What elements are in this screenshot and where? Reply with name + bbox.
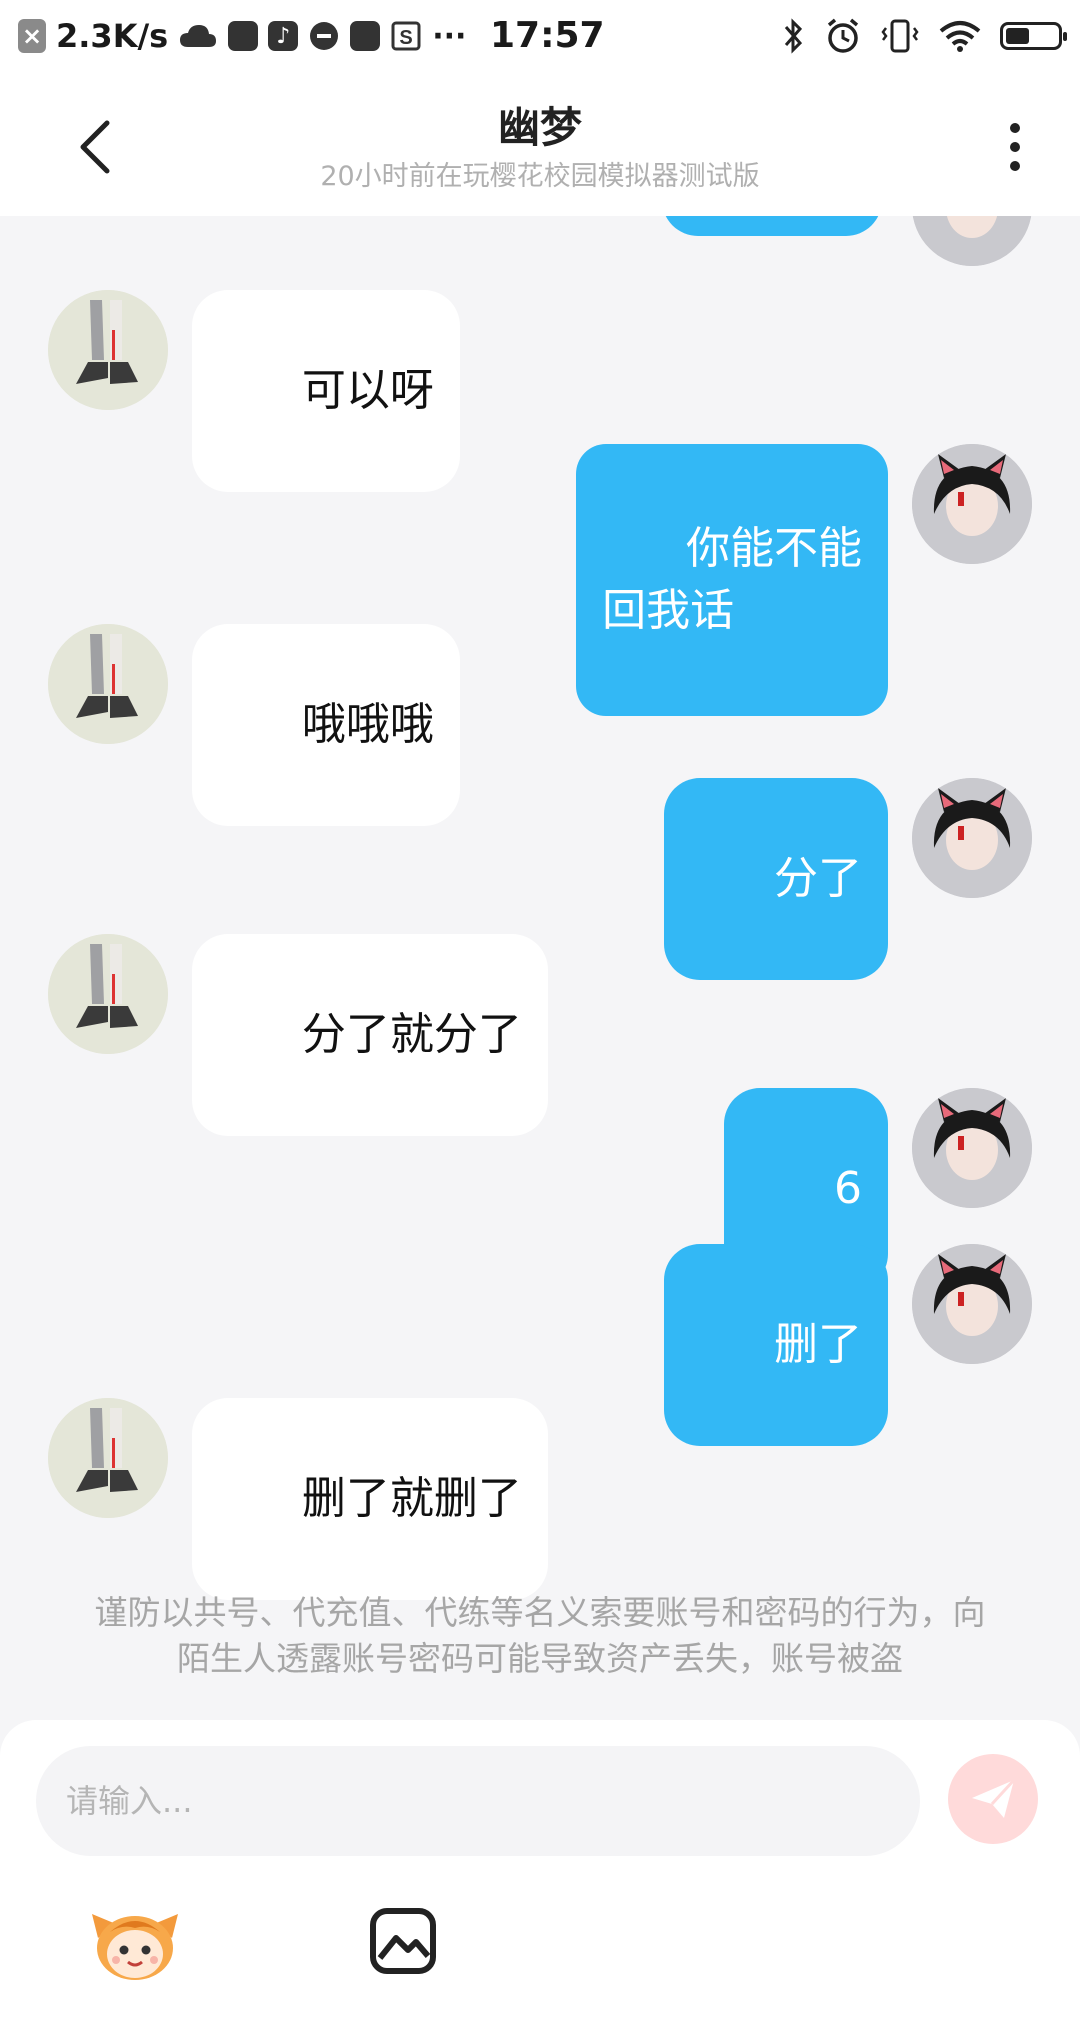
self-avatar[interactable] bbox=[912, 216, 1032, 266]
tiktok-icon: ♪ bbox=[268, 21, 299, 51]
send-button[interactable] bbox=[948, 1754, 1038, 1844]
battery-icon bbox=[1000, 22, 1067, 50]
x-badge-icon: × bbox=[18, 19, 46, 53]
message-bubble-self[interactable]: 你能不能 回我话 bbox=[576, 444, 888, 716]
contact-avatar[interactable] bbox=[48, 934, 168, 1054]
message-text: 删了就删了 bbox=[301, 1473, 522, 1524]
app-notification-icon bbox=[228, 21, 259, 51]
message-bubble-other[interactable]: 分了就分了 bbox=[192, 934, 548, 1136]
anime-boy-avatar-image bbox=[912, 1244, 1032, 1364]
message-text: 你能不能 回我话 bbox=[602, 523, 862, 636]
alarm-icon bbox=[827, 18, 859, 53]
message-text: 分了就分了 bbox=[301, 1009, 522, 1060]
message-text: 6 bbox=[834, 1163, 862, 1214]
cloud-icon bbox=[180, 25, 217, 47]
character-legs-avatar-image bbox=[48, 1398, 168, 1518]
self-avatar[interactable] bbox=[912, 1244, 1032, 1364]
message-input[interactable] bbox=[36, 1746, 920, 1856]
more-dot-icon bbox=[1010, 123, 1020, 133]
contact-name: 幽梦 bbox=[497, 103, 582, 152]
message-text: 分了 bbox=[774, 853, 862, 904]
chat-screen: × 2.3K/s ♪ S ··· 17:57 幽梦 20小时前在玩樱花校园模拟器… bbox=[0, 0, 1080, 2034]
self-avatar[interactable] bbox=[912, 444, 1032, 564]
clock: 17:57 bbox=[490, 15, 605, 56]
more-options-button[interactable] bbox=[990, 112, 1040, 182]
wifi-icon bbox=[939, 21, 981, 52]
image-button[interactable] bbox=[368, 1906, 438, 1976]
game-icon bbox=[310, 22, 339, 50]
self-avatar[interactable] bbox=[912, 778, 1032, 898]
more-dot-icon bbox=[1010, 161, 1020, 171]
self-avatar[interactable] bbox=[912, 1088, 1032, 1208]
message-text: 哦哦哦 bbox=[301, 699, 434, 750]
vibrate-icon bbox=[881, 19, 919, 53]
status-left: × 2.3K/s ♪ S ··· bbox=[18, 14, 466, 58]
message-text: 删了 bbox=[774, 1319, 862, 1370]
message-list[interactable]: 可以呀 你能不能 回我话 哦哦哦 分了 分了就分了 6 删了 删了就删了 bbox=[0, 216, 1080, 1720]
paper-plane-icon bbox=[972, 1778, 1016, 1818]
anime-boy-avatar-image bbox=[912, 1088, 1032, 1208]
contact-avatar[interactable] bbox=[48, 290, 168, 410]
mascot-emoji-icon bbox=[92, 1914, 178, 1980]
message-bubble-self[interactable] bbox=[662, 216, 882, 236]
character-legs-avatar-image bbox=[48, 934, 168, 1054]
message-bubble-self[interactable]: 删了 bbox=[664, 1244, 888, 1446]
message-bubble-other[interactable]: 可以呀 bbox=[192, 290, 460, 492]
character-legs-avatar-image bbox=[48, 624, 168, 744]
battery-level bbox=[1006, 28, 1029, 44]
contact-avatar[interactable] bbox=[48, 624, 168, 744]
network-speed: 2.3K/s bbox=[56, 17, 169, 55]
message-bubble-other[interactable]: 哦哦哦 bbox=[192, 624, 460, 826]
anime-boy-avatar-image bbox=[912, 778, 1032, 898]
message-text: 可以呀 bbox=[301, 365, 434, 416]
contact-status: 20小时前在玩樱花校园模拟器测试版 bbox=[320, 161, 760, 192]
chat-header: 幽梦 20小时前在玩樱花校园模拟器测试版 bbox=[0, 72, 1080, 216]
status-bar: × 2.3K/s ♪ S ··· 17:57 bbox=[0, 0, 1080, 72]
svg-text:S: S bbox=[400, 27, 413, 49]
anime-boy-avatar-image bbox=[912, 216, 1032, 266]
image-gallery-icon bbox=[370, 1908, 436, 1974]
app-notification-icon-2 bbox=[350, 21, 381, 51]
input-panel bbox=[0, 1720, 1080, 2034]
emoji-button[interactable] bbox=[90, 1902, 180, 1984]
more-dot-icon bbox=[1010, 142, 1020, 152]
contact-avatar[interactable] bbox=[48, 1398, 168, 1518]
status-right bbox=[782, 14, 1067, 58]
character-legs-avatar-image bbox=[48, 290, 168, 410]
bluetooth-icon bbox=[784, 18, 803, 54]
anime-boy-avatar-image bbox=[912, 444, 1032, 564]
safety-notice: 谨防以共号、代充值、代练等名义索要账号和密码的行为，向陌生人透露账号密码可能导致… bbox=[94, 1593, 986, 1678]
message-bubble-other[interactable]: 删了就删了 bbox=[192, 1398, 548, 1600]
message-bubble-self[interactable]: 分了 bbox=[664, 778, 888, 980]
more-notifications-dots: ··· bbox=[432, 18, 467, 54]
s-box-icon: S bbox=[391, 21, 421, 51]
